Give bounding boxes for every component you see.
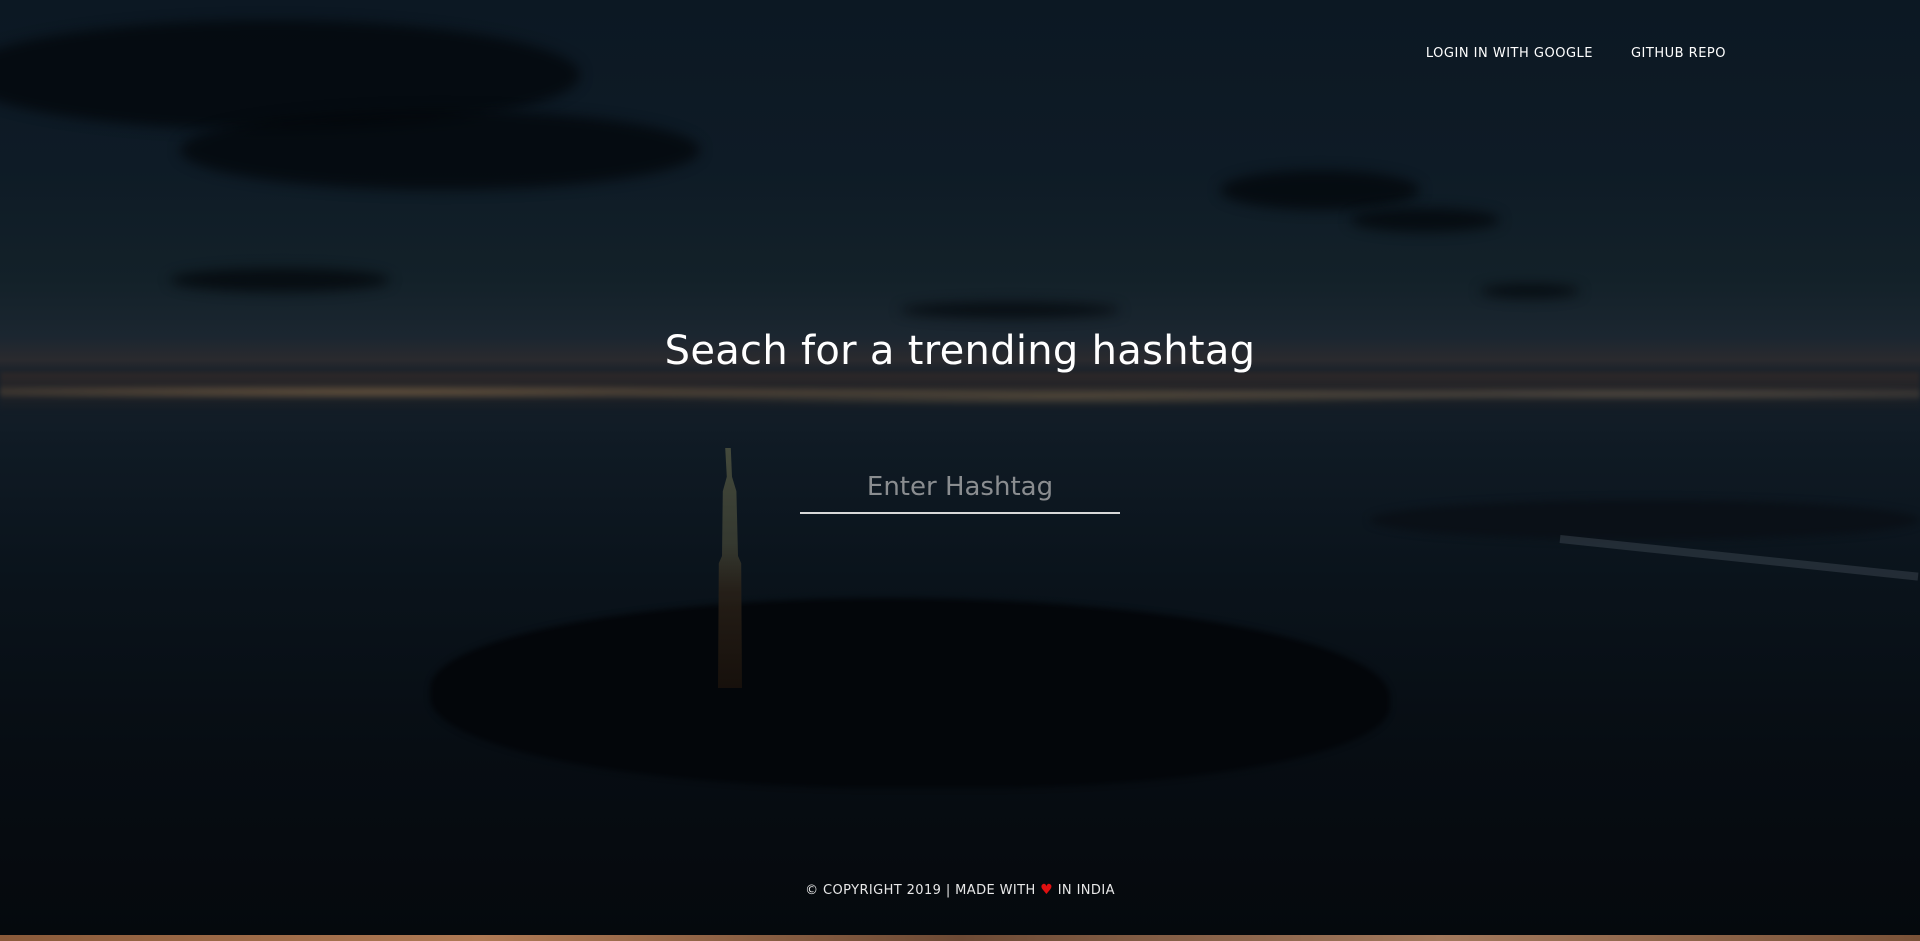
- cloud: [170, 268, 390, 292]
- footer-country-text: IN INDIA: [1057, 883, 1115, 898]
- pier: [1559, 535, 1919, 581]
- heart-icon: ♥: [1040, 882, 1054, 898]
- island-silhouette: [430, 598, 1390, 788]
- cloud: [1480, 284, 1580, 298]
- shoreline: [1370, 500, 1920, 540]
- cloud: [900, 302, 1120, 318]
- login-with-google-link[interactable]: LOGIN IN WITH GOOGLE: [1426, 46, 1593, 61]
- cloud: [180, 110, 700, 190]
- bottom-strip: [0, 935, 1920, 941]
- search-container: [800, 462, 1120, 514]
- top-nav: LOGIN IN WITH GOOGLE GITHUB REPO: [1426, 46, 1726, 61]
- page-title: Seach for a trending hashtag: [664, 328, 1256, 374]
- github-repo-link[interactable]: GITHUB REPO: [1631, 46, 1726, 61]
- footer: © COPYRIGHT 2019 | MADE WITH ♥ IN INDIA: [0, 882, 1920, 898]
- hashtag-search-input[interactable]: [800, 462, 1120, 514]
- cloud: [1350, 208, 1500, 232]
- city-skyline-lights: [0, 372, 1920, 412]
- footer-copyright-text: © COPYRIGHT 2019 | MADE WITH: [805, 883, 1036, 898]
- cloud: [1220, 170, 1420, 210]
